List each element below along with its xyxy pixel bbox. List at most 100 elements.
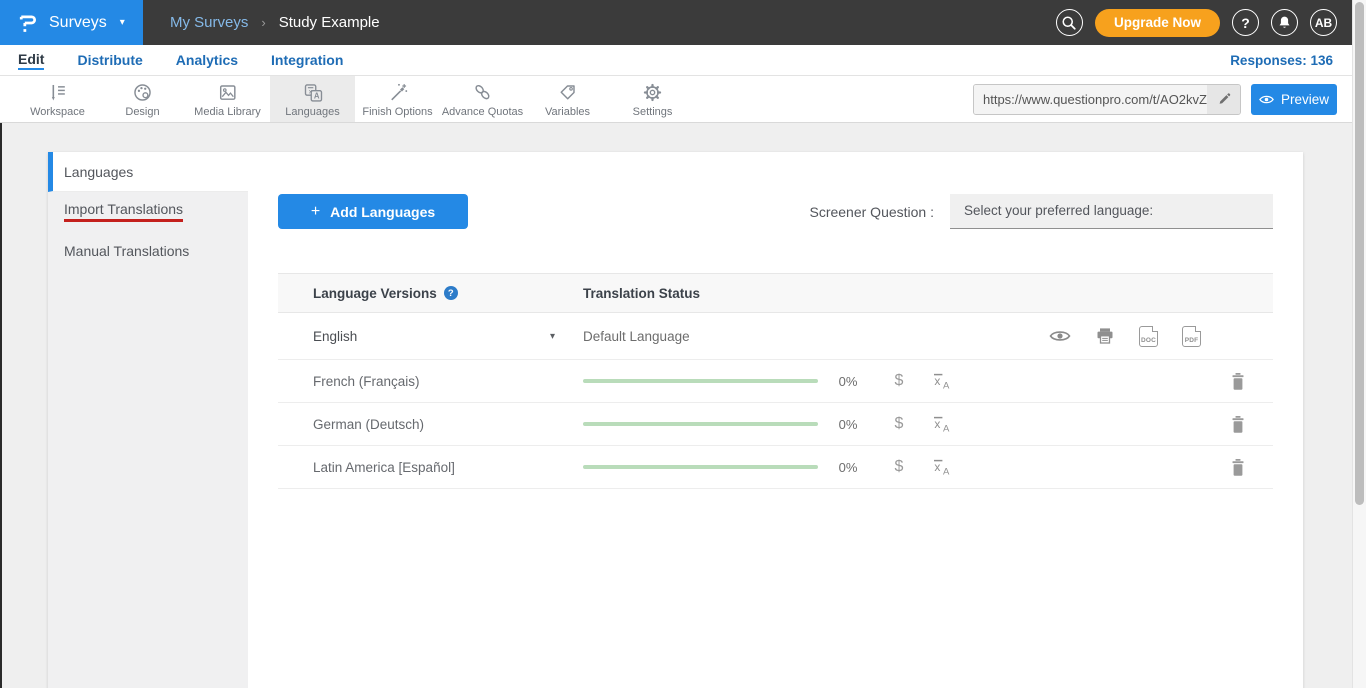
header-language-versions: Language Versions ? <box>278 286 583 301</box>
paid-translation-icon[interactable]: $ <box>878 372 920 390</box>
languages-card: Languages Import Translations Manual Tra… <box>48 152 1303 688</box>
scrollbar-thumb[interactable] <box>1355 2 1364 505</box>
top-navigation-bar: Surveys ▾ My Surveys › Study Example Upg… <box>0 0 1352 45</box>
responses-count[interactable]: Responses: 136 <box>1230 53 1333 68</box>
brand-label: Surveys <box>49 14 107 32</box>
question-mark-icon: ? <box>1241 15 1250 31</box>
help-button[interactable]: ? <box>1232 9 1259 36</box>
language-versions-table: Language Versions ? Translation Status E… <box>278 273 1273 489</box>
tab-integration[interactable]: Integration <box>271 52 343 68</box>
tab-distribute[interactable]: Distribute <box>77 52 142 68</box>
toolbar-item-languages[interactable]: x A Languages <box>270 76 355 122</box>
delete-language-button[interactable] <box>1230 372 1246 391</box>
help-tooltip-icon[interactable]: ? <box>444 286 458 300</box>
breadcrumb: My Surveys › Study Example <box>170 14 380 31</box>
languages-main-panel: + Add Languages Screener Question : Sele… <box>248 152 1303 688</box>
chevron-right-icon: › <box>261 15 265 30</box>
pdf-label: PDF <box>1185 337 1199 344</box>
translation-progress-bar <box>583 465 818 469</box>
toolbar-label: Design <box>125 106 159 118</box>
language-name: French (Français) <box>313 374 420 389</box>
export-pdf-icon[interactable]: PDF <box>1182 326 1201 347</box>
page-scrollbar[interactable] <box>1352 0 1366 688</box>
toolbar-item-variables[interactable]: Variables <box>525 76 610 122</box>
paid-translation-icon[interactable]: $ <box>878 415 920 433</box>
toolbar-right-group: Preview <box>973 76 1337 122</box>
svg-text:A: A <box>943 466 950 476</box>
sidebar-item-import-translations[interactable]: Import Translations <box>48 192 248 231</box>
product-switcher[interactable]: Surveys ▾ <box>0 0 143 45</box>
finish-options-wand-icon <box>386 81 409 104</box>
export-doc-icon[interactable]: DOC <box>1139 326 1158 347</box>
tab-edit[interactable]: Edit <box>18 51 44 70</box>
delete-language-button[interactable] <box>1230 458 1246 477</box>
default-language-select[interactable]: English ▾ <box>278 329 583 344</box>
screener-question-select[interactable]: Select your preferred language: <box>950 194 1273 229</box>
actions-row: + Add Languages Screener Question : Sele… <box>278 194 1273 229</box>
search-button[interactable] <box>1056 9 1083 36</box>
toolbar-item-design[interactable]: Design <box>100 76 185 122</box>
file-fold <box>1152 326 1158 332</box>
view-survey-eye-icon[interactable] <box>1049 329 1071 343</box>
add-languages-label: Add Languages <box>330 204 435 220</box>
svg-text:A: A <box>943 423 950 433</box>
languages-icon: x A <box>301 81 324 104</box>
toolbar-label: Finish Options <box>362 106 432 118</box>
trash-icon <box>1230 458 1246 477</box>
screener-question-label: Screener Question : <box>809 204 934 220</box>
auto-translate-icon[interactable]: x A <box>920 415 962 433</box>
design-palette-icon <box>131 81 154 104</box>
toolbar-item-settings[interactable]: Settings <box>610 76 695 122</box>
sidebar-item-label: Languages <box>64 164 133 180</box>
language-name: Latin America [Español] <box>313 460 455 475</box>
default-row-actions: DOC PDF <box>1049 326 1201 347</box>
window-left-edge <box>0 123 2 688</box>
topbar-actions: Upgrade Now ? AB <box>1056 9 1337 37</box>
content-area: Languages Import Translations Manual Tra… <box>0 123 1352 688</box>
table-header-row: Language Versions ? Translation Status <box>278 273 1273 313</box>
toolbar-label: Media Library <box>194 106 261 118</box>
notifications-button[interactable] <box>1271 9 1298 36</box>
language-name: English <box>313 329 357 344</box>
table-row-french: French (Français) 0% $ x A <box>278 360 1273 403</box>
delete-language-button[interactable] <box>1230 415 1246 434</box>
table-row-default-language: English ▾ Default Language <box>278 313 1273 360</box>
caret-down-icon: ▾ <box>120 17 125 28</box>
sidebar-item-manual-translations[interactable]: Manual Translations <box>48 231 248 270</box>
tab-analytics[interactable]: Analytics <box>176 52 238 68</box>
sidebar-item-languages[interactable]: Languages <box>48 152 248 192</box>
table-row-latin-america: Latin America [Español] 0% $ x A <box>278 446 1273 489</box>
advance-quotas-links-icon <box>471 81 494 104</box>
svg-text:A: A <box>943 380 950 390</box>
survey-url-input[interactable] <box>974 85 1207 114</box>
toolbar-item-media-library[interactable]: Media Library <box>185 76 270 122</box>
avatar[interactable]: AB <box>1310 9 1337 36</box>
pencil-icon <box>1217 92 1231 106</box>
print-icon[interactable] <box>1095 327 1115 345</box>
toolbar-item-workspace[interactable]: Workspace <box>15 76 100 122</box>
toolbar-item-finish-options[interactable]: Finish Options <box>355 76 440 122</box>
trash-icon <box>1230 415 1246 434</box>
survey-url-group <box>973 84 1241 115</box>
preview-label: Preview <box>1281 92 1329 107</box>
variables-tag-icon <box>556 81 579 104</box>
breadcrumb-my-surveys[interactable]: My Surveys <box>170 14 248 31</box>
add-languages-button[interactable]: + Add Languages <box>278 194 468 229</box>
auto-translate-icon[interactable]: x A <box>920 458 962 476</box>
svg-text:x: x <box>934 460 940 474</box>
header-label: Language Versions <box>313 286 437 301</box>
plus-icon: + <box>311 203 320 221</box>
translation-percent: 0% <box>818 460 878 475</box>
header-translation-status: Translation Status <box>583 286 1273 301</box>
questionpro-app: Surveys ▾ My Surveys › Study Example Upg… <box>0 0 1352 688</box>
upgrade-now-button[interactable]: Upgrade Now <box>1095 9 1220 37</box>
edit-url-button[interactable] <box>1207 85 1240 114</box>
paid-translation-icon[interactable]: $ <box>878 458 920 476</box>
preview-button[interactable]: Preview <box>1251 84 1337 115</box>
auto-translate-icon[interactable]: x A <box>920 372 962 390</box>
status-label: Default Language <box>583 329 690 344</box>
toolbar-label: Advance Quotas <box>442 106 523 118</box>
trash-icon <box>1230 372 1246 391</box>
toolbar-item-advance-quotas[interactable]: Advance Quotas <box>440 76 525 122</box>
translation-progress-bar <box>583 422 818 426</box>
